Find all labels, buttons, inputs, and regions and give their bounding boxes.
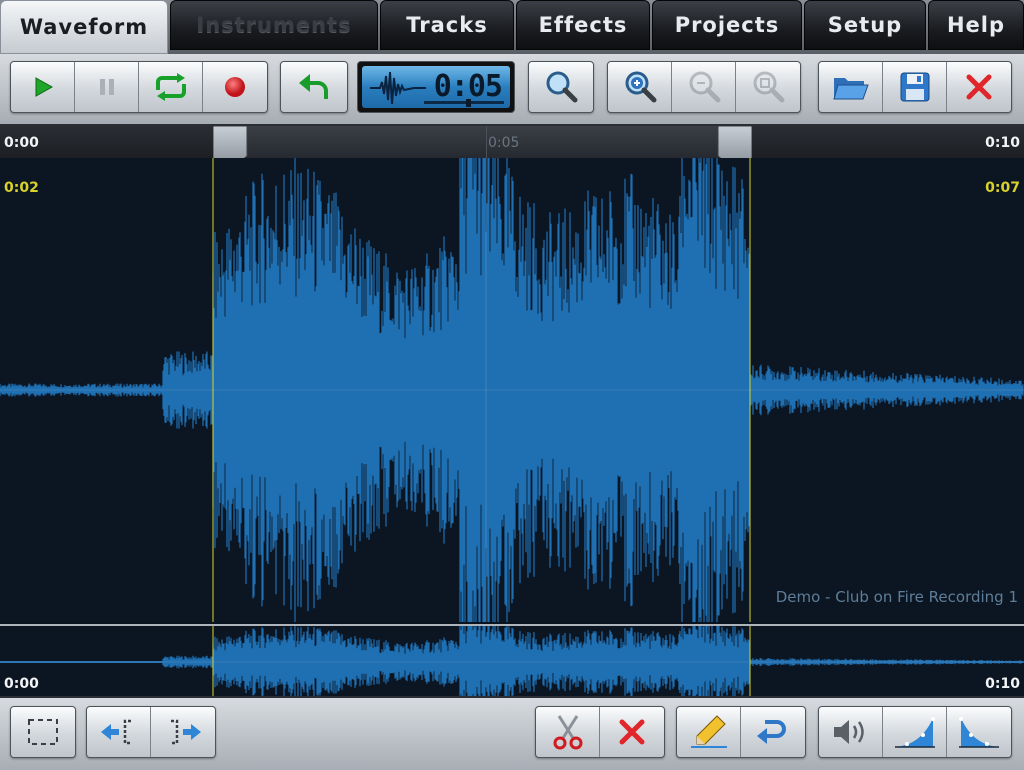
move-right-marker-icon xyxy=(171,719,201,745)
ruler-mid-label: 0:05 xyxy=(488,135,520,151)
close-icon xyxy=(966,74,992,100)
undo-icon xyxy=(299,74,328,99)
waveform-overview[interactable]: 0:00 0:10 xyxy=(0,624,1024,698)
close-button[interactable] xyxy=(947,62,1011,112)
tab-setup[interactable]: Setup xyxy=(804,0,926,50)
save-icon xyxy=(900,72,929,102)
move-left-marker-icon xyxy=(100,719,131,745)
pencil-button[interactable] xyxy=(677,707,741,757)
open-button[interactable] xyxy=(819,62,883,112)
move-right-marker-button[interactable] xyxy=(151,707,215,757)
track-name: Demo - Club on Fire Recording 1 xyxy=(775,588,1018,606)
zoom-in-icon xyxy=(625,71,656,103)
selection-range-bar[interactable] xyxy=(214,126,750,158)
tab-projects[interactable]: Projects xyxy=(652,0,802,50)
ruler-start: 0:00 xyxy=(4,135,39,151)
volume-icon xyxy=(833,720,864,744)
record-button[interactable] xyxy=(203,62,267,112)
marker-group xyxy=(86,706,216,758)
redo-icon xyxy=(757,720,786,744)
zoom-tool-group xyxy=(528,61,594,113)
save-button[interactable] xyxy=(883,62,947,112)
play-button[interactable] xyxy=(11,62,75,112)
undo-button[interactable] xyxy=(281,62,347,112)
move-left-marker-button[interactable] xyxy=(87,707,151,757)
overview-end: 0:10 xyxy=(985,676,1020,692)
pencil-icon xyxy=(690,715,727,748)
select-all-icon xyxy=(28,719,58,745)
zoom-button[interactable] xyxy=(529,62,593,112)
zoom-out-icon xyxy=(689,71,720,103)
pause-icon xyxy=(99,79,114,95)
folder-icon xyxy=(832,78,869,100)
tab-waveform[interactable]: Waveform xyxy=(0,0,168,54)
select-all-button[interactable] xyxy=(11,707,75,757)
fade-in-button[interactable] xyxy=(883,707,947,757)
time-display: 0:05 xyxy=(357,61,515,113)
play-icon xyxy=(35,77,53,97)
zoom-fit-button[interactable] xyxy=(736,62,800,112)
waveform-canvas[interactable] xyxy=(0,158,1024,622)
zoom-out-button[interactable] xyxy=(672,62,736,112)
tab-instruments[interactable]: Instruments xyxy=(170,0,378,50)
time-progress-track xyxy=(424,101,504,104)
fade-in-icon xyxy=(894,717,935,748)
time-progress-marker xyxy=(466,99,471,107)
redo-button[interactable] xyxy=(741,707,805,757)
selection-start-time: 0:02 xyxy=(4,180,39,196)
cut-button[interactable] xyxy=(536,707,600,757)
ruler-end: 0:10 xyxy=(985,135,1020,151)
zoom-in-button[interactable] xyxy=(608,62,672,112)
waveform-view[interactable]: 0:02 0:07 Demo - Club on Fire Recording … xyxy=(0,158,1024,622)
delete-icon xyxy=(619,719,645,745)
tab-bar: Waveform Instruments Tracks Effects Proj… xyxy=(0,0,1024,54)
cut-icon xyxy=(553,715,582,750)
selection-end-time: 0:07 xyxy=(985,180,1020,196)
file-group xyxy=(818,61,1012,113)
zoom-icon xyxy=(546,71,578,103)
timeline-ruler[interactable]: 0:00 0:05 0:10 0:05 xyxy=(0,126,1024,158)
fade-out-icon xyxy=(959,717,999,748)
tab-effects[interactable]: Effects xyxy=(516,0,650,50)
pause-button[interactable] xyxy=(75,62,139,112)
bottom-toolbar xyxy=(0,696,1024,770)
overview-start: 0:00 xyxy=(4,676,39,692)
undo-group xyxy=(280,61,348,113)
zoom-fit-icon xyxy=(753,71,785,103)
volume-group xyxy=(818,706,1012,758)
transport-group xyxy=(10,61,268,113)
overview-canvas[interactable] xyxy=(0,626,1024,696)
delete-button[interactable] xyxy=(600,707,664,757)
tab-help[interactable]: Help xyxy=(928,0,1024,50)
edit-group xyxy=(535,706,665,758)
volume-button[interactable] xyxy=(819,707,883,757)
waveform-icon xyxy=(370,71,426,105)
zoom-group xyxy=(607,61,801,113)
loop-icon xyxy=(155,73,186,101)
tab-tracks[interactable]: Tracks xyxy=(380,0,514,50)
ruler-mid-tick xyxy=(486,126,487,158)
fade-out-button[interactable] xyxy=(947,707,1011,757)
draw-group xyxy=(676,706,806,758)
select-group xyxy=(10,706,76,758)
record-icon xyxy=(225,77,245,97)
loop-button[interactable] xyxy=(139,62,203,112)
